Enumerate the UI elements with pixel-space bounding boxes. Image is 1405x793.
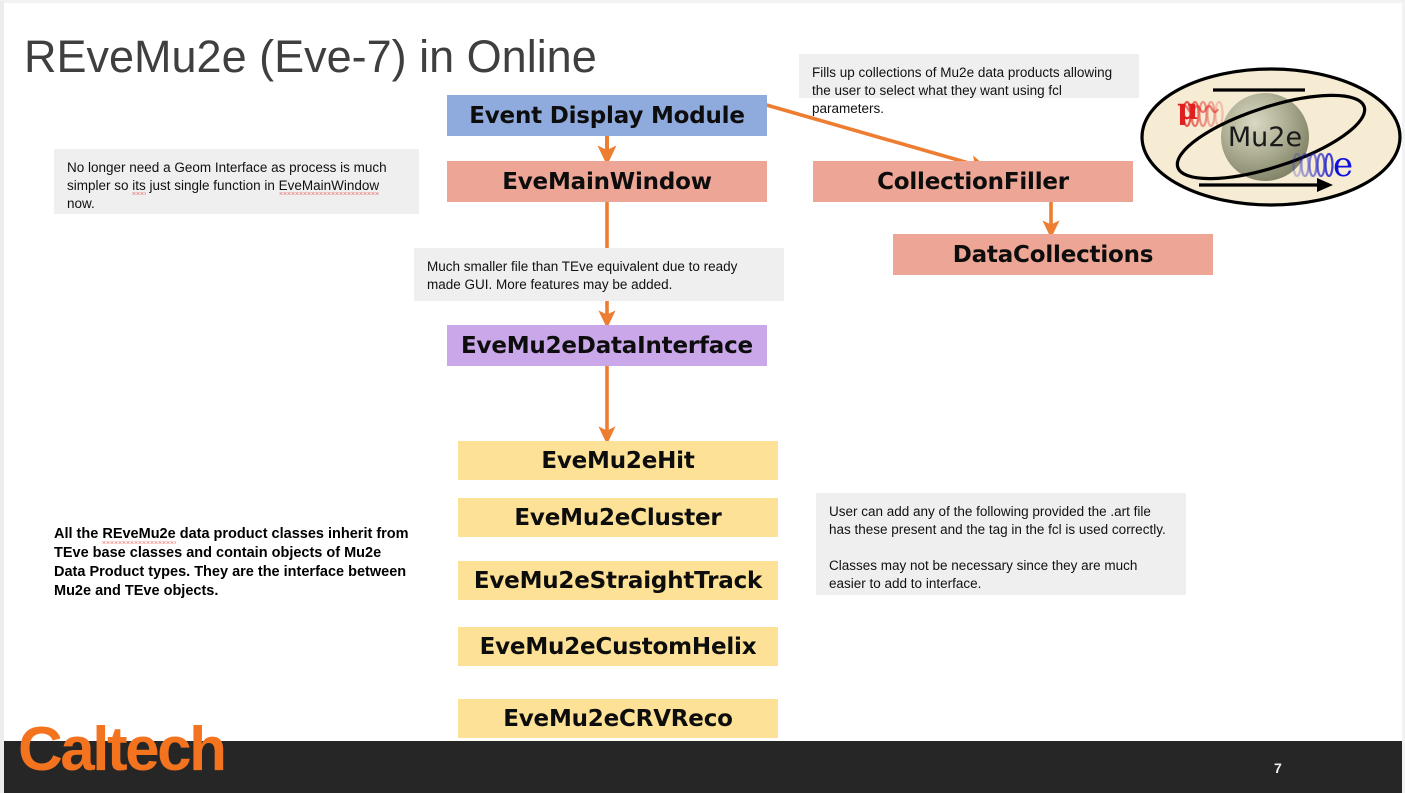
flow-box-eve-mu2e-hit[interactable]: EveMu2eHit [458, 441, 778, 480]
flow-box-label: EveMu2eCluster [514, 504, 722, 531]
spellcheck-word: EveMainWindow [278, 178, 380, 193]
electron-symbol-label: e [1333, 145, 1353, 185]
note-data-products: All the REveMu2e data product classes in… [54, 525, 409, 607]
flow-box-eve-mu2e-cluster[interactable]: EveMu2eCluster [458, 498, 778, 537]
flow-box-label: Event Display Module [469, 102, 745, 129]
page-title: REveMu2e (Eve-7) in Online [24, 31, 597, 82]
note-collection-filler: Fills up collections of Mu2e data produc… [799, 54, 1139, 116]
flow-box-eve-mu2e-data-interface[interactable]: EveMu2eDataInterface [447, 325, 767, 366]
note-text: Fills up collections of Mu2e data produc… [812, 65, 1113, 116]
note-text: Much smaller file than TEve equivalent d… [427, 259, 738, 292]
flow-box-label: EveMu2eCustomHelix [479, 633, 757, 660]
presentation-slide: REveMu2e (Eve-7) in Online Event Display… [0, 0, 1405, 793]
flow-box-label: EveMu2eStraightTrack [473, 567, 763, 594]
note-user-can-add: User can add any of the following provid… [816, 493, 1186, 595]
flow-box-eve-main-window[interactable]: EveMainWindow [447, 161, 767, 202]
page-number: 7 [1274, 760, 1282, 776]
spellcheck-word: REveMu2e [102, 526, 176, 542]
logo-sphere-label: Mu2e [1228, 122, 1302, 153]
note-geom-interface: No longer need a Geom Interface as proce… [54, 149, 419, 214]
flow-box-label: EveMu2eCRVReco [503, 705, 733, 732]
note-text: No longer need a Geom Interface as proce… [67, 159, 407, 213]
note-smaller-file: Much smaller file than TEve equivalent d… [414, 248, 784, 301]
note-text: All the REveMu2e data product classes in… [54, 525, 409, 601]
note-fragment: All the [54, 526, 103, 542]
mu2e-experiment-logo: μ Mu2e e [1140, 67, 1402, 207]
flow-box-label: EveMu2eHit [541, 447, 695, 474]
flow-box-label: EveMainWindow [502, 168, 712, 195]
flow-box-label: DataCollections [952, 241, 1154, 268]
muon-symbol-label: μ [1177, 92, 1198, 126]
note-fragment: now. [67, 196, 95, 211]
flow-box-data-collections[interactable]: DataCollections [893, 234, 1213, 275]
note-text-paragraph-2: Classes may not be necessary since they … [829, 558, 1138, 591]
spellcheck-word: its [132, 178, 146, 193]
flow-box-eve-mu2e-crv-reco[interactable]: EveMu2eCRVReco [458, 699, 778, 738]
flow-box-eve-mu2e-custom-helix[interactable]: EveMu2eCustomHelix [458, 627, 778, 666]
flow-box-collection-filler[interactable]: CollectionFiller [813, 161, 1133, 202]
note-fragment: just single function in [145, 178, 279, 193]
flow-box-eve-mu2e-straight-track[interactable]: EveMu2eStraightTrack [458, 561, 778, 600]
flow-box-label: CollectionFiller [877, 168, 1069, 195]
caltech-logo: Caltech [18, 715, 227, 784]
note-text-paragraph-1: User can add any of the following provid… [829, 504, 1166, 537]
flow-box-event-display-module[interactable]: Event Display Module [447, 95, 767, 136]
flow-box-label: EveMu2eDataInterface [461, 332, 753, 359]
